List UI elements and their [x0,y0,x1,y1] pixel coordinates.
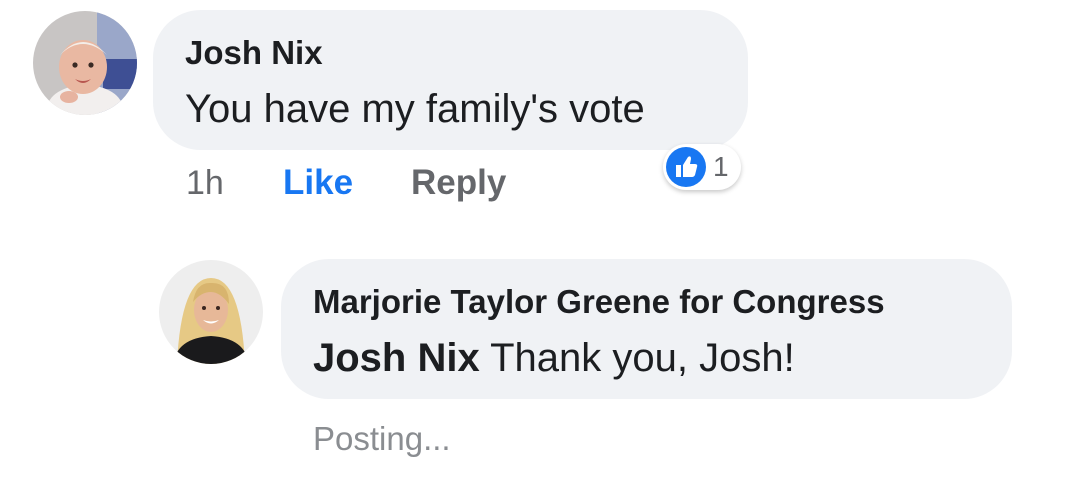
reply-text: Josh Nix Thank you, Josh! [313,336,795,381]
marjorie-taylor-greene-avatar[interactable] [159,260,263,364]
comment-author[interactable]: Josh Nix [185,34,323,72]
josh-nix-avatar[interactable] [33,11,137,115]
mentioned-user-link[interactable]: Josh Nix [313,336,480,380]
reaction-count: 1 [713,151,729,182]
reply-message: Thank you, Josh! [479,336,795,380]
thumbs-up-icon [666,147,706,187]
comment-timestamp[interactable]: 1h [186,164,224,203]
comment-text: You have my family's vote [185,87,645,131]
posting-status: Posting... [313,420,451,457]
comment-thread: Josh Nix You have my family's vote 1h Li… [0,0,1080,493]
reaction-summary[interactable]: 1 [663,144,741,190]
like-button[interactable]: Like [283,163,353,203]
reply-author[interactable]: Marjorie Taylor Greene for Congress [313,283,885,321]
reply-button[interactable]: Reply [411,163,506,203]
